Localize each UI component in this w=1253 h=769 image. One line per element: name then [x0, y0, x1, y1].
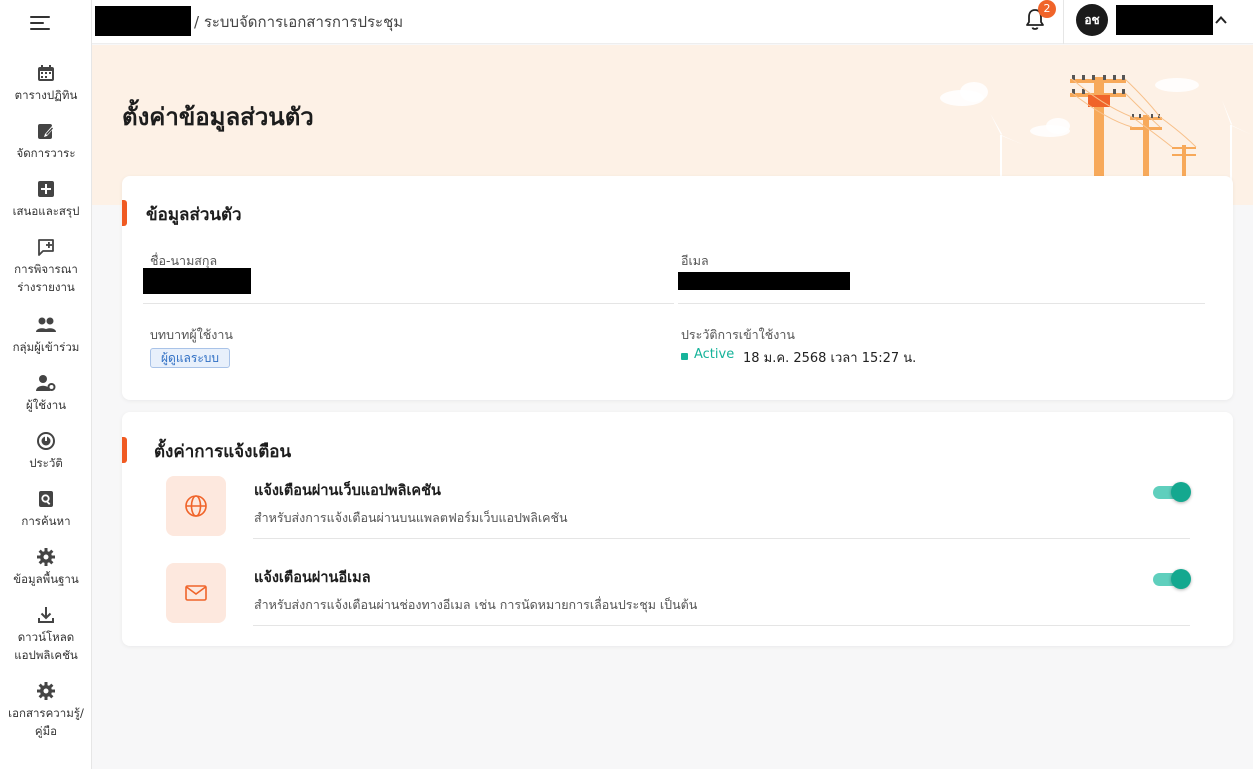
sidebar-item-label: จัดการวาระ: [16, 146, 76, 160]
mail-icon: [166, 563, 226, 623]
gear-icon: [35, 546, 57, 568]
email-notification-title: แจ้งเตือนผ่านอีเมล: [254, 570, 371, 586]
search-file-icon: [35, 488, 57, 510]
status-badge: Active: [694, 347, 735, 362]
role-label: บทบาทผู้ใช้งาน: [150, 327, 233, 342]
page-title: ตั้งค่าข้อมูลส่วนตัว: [122, 103, 314, 131]
redacted-user-name: [1116, 5, 1213, 35]
sidebar-item-download-app[interactable]: ดาวน์โหลด แอปพลิเคชัน: [0, 604, 92, 664]
sidebar-item-label: ดาวน์โหลด แอปพลิเคชัน: [14, 630, 78, 662]
item-divider: [253, 538, 1190, 539]
sidebar-item-review-report[interactable]: การพิจารณา ร่างรายงาน: [0, 236, 92, 296]
profile-section-title: ข้อมูลส่วนตัว: [146, 205, 242, 225]
sidebar-item-knowledge-docs[interactable]: เอกสารความรู้/ คู่มือ: [0, 680, 92, 740]
sidebar-item-label: ข้อมูลพื้นฐาน: [13, 572, 79, 586]
email-label: อีเมล: [681, 253, 709, 268]
sidebar-item-label: ผู้ใช้งาน: [25, 398, 67, 412]
last-login-time: 18 ม.ค. 2568 เวลา 15:27 น.: [743, 351, 917, 366]
notification-section-title: ตั้งค่าการแจ้งเตือน: [154, 442, 292, 462]
email-notification-toggle[interactable]: [1153, 568, 1191, 590]
toggle-knob: [1171, 569, 1191, 589]
field-divider: [678, 303, 1205, 304]
redacted-name-value: [143, 268, 251, 294]
avatar[interactable]: อช: [1076, 4, 1108, 36]
download-icon: [35, 604, 57, 626]
header-divider: [1063, 0, 1064, 44]
history-icon: [35, 430, 57, 452]
notification-count-badge: 2: [1038, 0, 1056, 18]
top-bar: / ระบบจัดการเอกสารการประชุม 2 อช: [92, 0, 1253, 44]
calendar-icon: [35, 62, 57, 84]
sidebar-item-participant-groups[interactable]: กลุ่มผู้เข้าร่วม: [0, 314, 92, 356]
sidebar-item-label: ประวัติ: [29, 456, 63, 470]
role-badge: ผู้ดูแลระบบ: [150, 348, 231, 368]
sidebar-item-propose[interactable]: เสนอและสรุป: [0, 178, 92, 220]
edit-note-icon: [35, 120, 57, 142]
redacted-email-value: [678, 272, 850, 290]
globe-icon: [166, 476, 226, 536]
section-accent-bar: [122, 200, 127, 226]
breadcrumb: / ระบบจัดการเอกสารการประชุม: [194, 13, 404, 31]
status-dot: [681, 353, 688, 360]
sidebar-item-label: เสนอและสรุป: [12, 204, 80, 218]
web-notification-desc: สำหรับส่งการแจ้งเตือนผ่านบนแพลตฟอร์มเว็บ…: [254, 510, 568, 525]
section-accent-bar: [122, 437, 127, 463]
field-divider: [143, 303, 674, 304]
sidebar-item-history[interactable]: ประวัติ: [0, 430, 92, 472]
login-history-label: ประวัติการเข้าใช้งาน: [681, 327, 795, 342]
gear-icon: [35, 680, 57, 702]
sidebar: ตารางปฏิทิน จัดการวาระ เสนอและสรุป การพิ…: [0, 0, 92, 769]
comment-add-icon: [35, 236, 57, 258]
sidebar-item-label: ตารางปฏิทิน: [14, 88, 78, 102]
redacted-org-name: [95, 6, 191, 36]
email-notification-desc: สำหรับส่งการแจ้งเตือนผ่านช่องทางอีเมล เช…: [254, 597, 698, 612]
chevron-up-icon[interactable]: [1214, 12, 1228, 26]
web-notification-toggle[interactable]: [1153, 481, 1191, 503]
user-gear-icon: [35, 372, 57, 394]
sidebar-item-label: เอกสารความรู้/ คู่มือ: [8, 706, 84, 738]
hamburger-menu-icon[interactable]: [30, 14, 52, 32]
sidebar-item-label: การค้นหา: [21, 514, 71, 528]
notification-settings-card: ตั้งค่าการแจ้งเตือน แจ้งเตือนผ่านเว็บแอป…: [122, 412, 1233, 646]
profile-card: ข้อมูลส่วนตัว ชื่อ-นามสกุล อีเมล บทบาทผู…: [122, 176, 1233, 400]
sidebar-item-search[interactable]: การค้นหา: [0, 488, 92, 530]
sidebar-item-label: การพิจารณา ร่างรายงาน: [14, 262, 78, 294]
sidebar-item-calendar[interactable]: ตารางปฏิทิน: [0, 62, 92, 104]
sidebar-item-master-data[interactable]: ข้อมูลพื้นฐาน: [0, 546, 92, 588]
item-divider: [253, 625, 1190, 626]
group-icon: [35, 314, 57, 336]
add-box-icon: [35, 178, 57, 200]
toggle-knob: [1171, 482, 1191, 502]
sidebar-item-label: กลุ่มผู้เข้าร่วม: [12, 340, 80, 354]
web-notification-title: แจ้งเตือนผ่านเว็บแอปพลิเคชัน: [254, 483, 441, 499]
sidebar-item-agenda[interactable]: จัดการวาระ: [0, 120, 92, 162]
sidebar-item-users[interactable]: ผู้ใช้งาน: [0, 372, 92, 414]
